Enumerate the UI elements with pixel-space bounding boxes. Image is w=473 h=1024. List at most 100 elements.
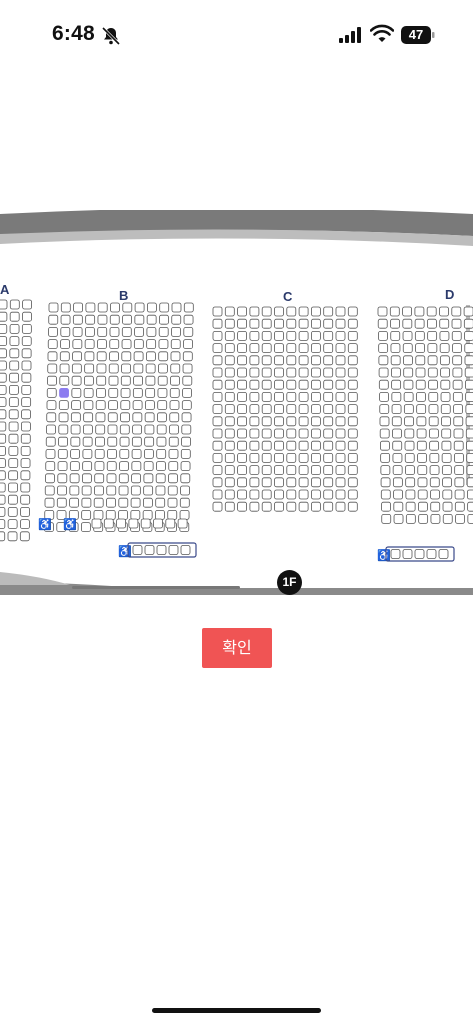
seat[interactable] <box>59 375 70 386</box>
seat[interactable] <box>347 343 358 354</box>
seat[interactable] <box>121 351 132 362</box>
seat[interactable] <box>142 497 153 508</box>
seat[interactable] <box>82 448 93 459</box>
seat[interactable] <box>378 355 389 366</box>
seat[interactable] <box>249 440 260 451</box>
seat[interactable] <box>83 412 94 423</box>
seat[interactable] <box>212 379 223 390</box>
seat[interactable] <box>237 331 248 341</box>
seat[interactable] <box>158 339 169 350</box>
seat[interactable] <box>144 400 155 411</box>
seat[interactable] <box>70 412 81 423</box>
seat[interactable] <box>402 331 413 341</box>
seat[interactable] <box>261 306 272 317</box>
seat[interactable] <box>94 461 105 472</box>
seat[interactable] <box>96 363 107 374</box>
seat[interactable] <box>261 331 272 341</box>
seat[interactable] <box>158 363 168 374</box>
seat[interactable] <box>323 379 334 390</box>
wheelchair-seat[interactable] <box>168 545 179 555</box>
seat[interactable] <box>237 391 248 402</box>
seat[interactable] <box>286 465 297 476</box>
seat[interactable] <box>45 461 56 472</box>
seat[interactable] <box>0 324 8 334</box>
seat[interactable] <box>347 318 358 329</box>
seat[interactable] <box>237 501 248 512</box>
seat[interactable] <box>85 314 96 325</box>
seat[interactable] <box>182 387 192 398</box>
seat[interactable] <box>110 302 120 313</box>
seat[interactable] <box>118 485 129 496</box>
seat[interactable] <box>120 387 131 398</box>
seat[interactable] <box>237 379 248 390</box>
seat[interactable] <box>298 416 309 427</box>
seat[interactable] <box>97 339 107 350</box>
seat[interactable] <box>71 375 82 386</box>
seat[interactable] <box>84 339 95 350</box>
seat[interactable] <box>323 306 334 317</box>
seat[interactable] <box>378 367 389 378</box>
seat[interactable] <box>71 387 82 398</box>
seat[interactable] <box>379 404 390 415</box>
seat[interactable] <box>347 465 358 476</box>
seat[interactable] <box>165 518 176 529</box>
seat[interactable] <box>377 306 388 317</box>
seat[interactable] <box>451 331 462 341</box>
seat[interactable] <box>335 452 346 463</box>
seat[interactable] <box>224 306 235 317</box>
seat[interactable] <box>9 336 20 346</box>
seat[interactable] <box>167 485 178 496</box>
wheelchair-seat[interactable] <box>402 549 413 559</box>
seat[interactable] <box>416 404 427 415</box>
seat[interactable] <box>249 331 260 341</box>
seat[interactable] <box>335 391 346 402</box>
wheelchair-seat[interactable] <box>156 545 167 555</box>
seat[interactable] <box>143 485 154 496</box>
seat[interactable] <box>298 465 309 476</box>
seat[interactable] <box>82 436 93 447</box>
seat[interactable] <box>261 501 272 512</box>
seat[interactable] <box>441 465 452 476</box>
seat[interactable] <box>389 306 400 317</box>
seat[interactable] <box>21 360 32 371</box>
seat[interactable] <box>440 379 451 390</box>
seat[interactable] <box>274 428 284 439</box>
seat[interactable] <box>416 416 427 427</box>
seat[interactable] <box>96 351 107 362</box>
seat[interactable] <box>0 507 6 517</box>
seat[interactable] <box>134 302 145 313</box>
seat[interactable] <box>140 518 151 529</box>
seat[interactable] <box>47 339 58 350</box>
seat[interactable] <box>120 400 131 411</box>
seat[interactable] <box>335 501 346 512</box>
seat[interactable] <box>452 379 463 390</box>
seat[interactable] <box>335 355 346 366</box>
seat[interactable] <box>310 331 321 341</box>
seat[interactable] <box>22 299 33 310</box>
seat[interactable] <box>335 367 346 378</box>
seat[interactable] <box>0 299 8 310</box>
seat[interactable] <box>181 436 191 447</box>
seat[interactable] <box>71 363 82 374</box>
seat[interactable] <box>157 375 168 386</box>
seat[interactable] <box>249 489 260 500</box>
seat[interactable] <box>143 448 154 459</box>
seat[interactable] <box>106 461 117 472</box>
seat[interactable] <box>310 318 321 329</box>
seat[interactable] <box>212 489 223 500</box>
seat[interactable] <box>224 379 235 390</box>
seat[interactable] <box>133 339 144 350</box>
seat[interactable] <box>21 409 31 420</box>
seat[interactable] <box>323 367 334 378</box>
seat[interactable] <box>212 391 223 402</box>
seat[interactable] <box>130 485 141 496</box>
seat[interactable] <box>58 412 69 423</box>
seat[interactable] <box>453 416 464 427</box>
seat[interactable] <box>298 501 309 512</box>
seat[interactable] <box>9 372 19 383</box>
seat[interactable] <box>134 314 145 325</box>
seat[interactable] <box>274 367 284 378</box>
seat-map[interactable]: ♿ ♿ ♿ ♿ A B C D <box>0 210 473 595</box>
seat[interactable] <box>83 400 94 411</box>
seat[interactable] <box>70 424 81 435</box>
